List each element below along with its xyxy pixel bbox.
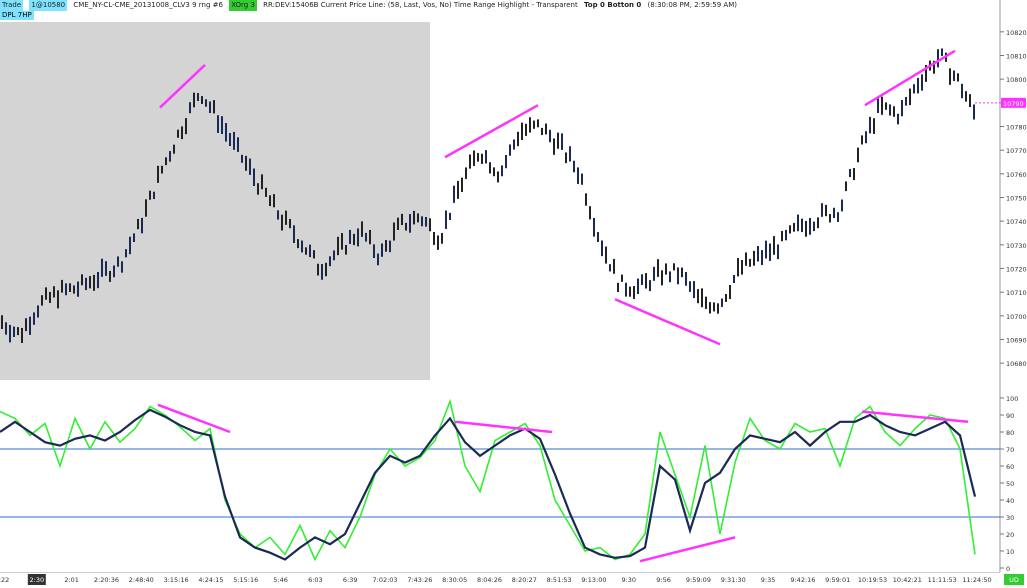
price-tick-label: 10680 [1006, 360, 1027, 368]
time-highlight-region [0, 22, 430, 380]
price-chart[interactable]: 10820 10810 10800 10790 10780 10770 10760 10750… [0, 0, 1027, 388]
price-tick-label: 10770 [1006, 147, 1027, 155]
time-label: 9:59:01 [825, 576, 850, 584]
price-tick-label: 10760 [1006, 171, 1027, 179]
time-label: 9:59:09 [686, 576, 711, 584]
oscillator-chart[interactable]: 1009080706050403020100 [0, 388, 1027, 572]
time-label: 10:42:21 [893, 576, 922, 584]
price-tick-label: 10820 [1006, 29, 1027, 37]
price-tick-label: 10750 [1006, 195, 1027, 203]
time-label: 6:39 [343, 576, 358, 584]
time-label: 9:30 [621, 576, 636, 584]
price-tick-label: 10740 [1006, 218, 1027, 226]
osc-tick-label: 50 [1006, 480, 1014, 488]
time-label: 8:20:27 [512, 576, 537, 584]
current-price-label: 10790 [1003, 100, 1024, 108]
osc-tick-label: 30 [1006, 514, 1014, 522]
time-label: 8:30:05 [442, 576, 467, 584]
time-label: 11:11:53 [928, 576, 957, 584]
osc-tick-label: 100 [1006, 395, 1018, 403]
osc-tick-label: 90 [1006, 412, 1014, 420]
time-label: 5:22 [0, 576, 9, 584]
time-label: 3:15:16 [164, 576, 189, 584]
time-label: 8:51:53 [547, 576, 572, 584]
osc-trend-line [454, 420, 553, 434]
time-label: 2:01 [64, 576, 79, 584]
price-trend-line [444, 104, 539, 159]
time-label: 5:46 [273, 576, 288, 584]
time-label: 9:56 [656, 576, 671, 584]
price-tick-label: 10800 [1006, 76, 1027, 84]
time-label: 11:24:50 [962, 576, 991, 584]
time-label: 7:02:03 [373, 576, 398, 584]
time-axis-badge-label: UD [1009, 576, 1019, 584]
time-label: 9:35 [761, 576, 776, 584]
osc-slow-line [0, 408, 977, 561]
time-axis: 5:22 2:30 2:01 2:20:36 2:48:40 3:15:16 4:24:15… [0, 572, 1024, 585]
price-tick-label: 10810 [1006, 53, 1027, 61]
osc-tick-label: 0 [1006, 565, 1010, 572]
osc-tick-label: 60 [1006, 463, 1014, 471]
time-label: 2:48:40 [129, 576, 154, 584]
time-label: 10:19:53 [858, 576, 887, 584]
price-tick-label: 10720 [1006, 266, 1027, 274]
price-tick-label: 10730 [1006, 242, 1027, 250]
osc-tick-label: 70 [1006, 446, 1014, 454]
time-label: 2:20:36 [94, 576, 119, 584]
time-label: 9:13:00 [581, 576, 606, 584]
osc-trend-line [639, 536, 736, 563]
price-tick-label: 10700 [1006, 313, 1027, 321]
time-label: 5:15:16 [233, 576, 258, 584]
osc-tick-label: 20 [1006, 531, 1014, 539]
price-trend-line [614, 298, 721, 346]
time-label: 8:04:26 [477, 576, 502, 584]
osc-tick-label: 40 [1006, 497, 1014, 505]
time-label: 4:24:15 [198, 576, 223, 584]
price-tick-label: 10710 [1006, 289, 1027, 297]
osc-tick-label: 10 [1006, 548, 1014, 556]
time-label: 7:43:26 [407, 576, 432, 584]
time-label: 9:42:16 [790, 576, 815, 584]
price-tick-label: 10690 [1006, 337, 1027, 345]
price-tick-label: 10780 [1006, 124, 1027, 132]
time-label: 6:03 [308, 576, 323, 584]
osc-tick-label: 80 [1006, 429, 1014, 437]
time-label: 2:30 [30, 576, 45, 584]
time-label: 9:31:30 [721, 576, 746, 584]
